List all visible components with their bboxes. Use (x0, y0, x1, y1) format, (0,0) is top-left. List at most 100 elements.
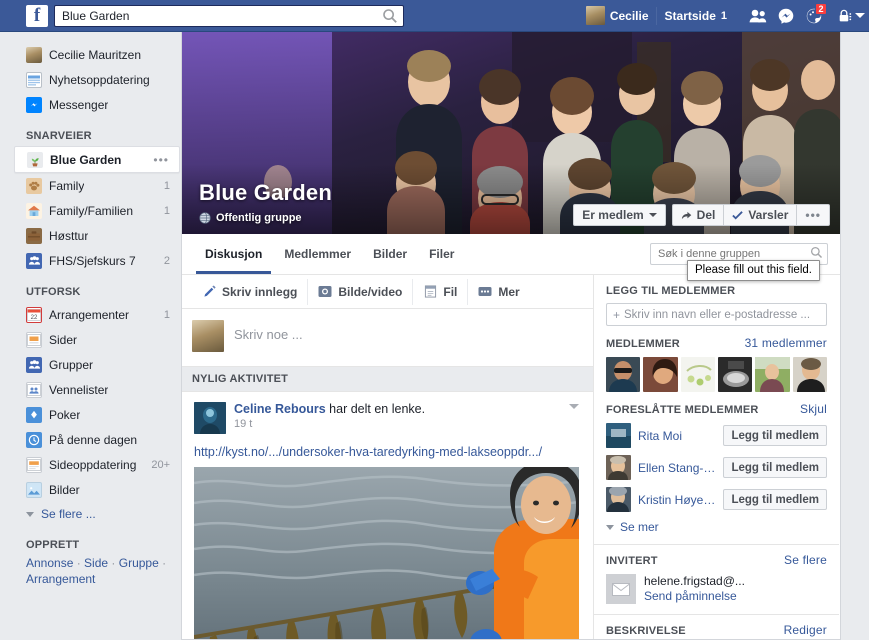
member-thumbnail[interactable] (643, 357, 678, 392)
sidebar-item-sider[interactable]: Sider (0, 327, 180, 352)
avatar[interactable] (606, 423, 631, 448)
facebook-logo-icon[interactable]: f (26, 4, 48, 27)
composer-tab-label: Skriv innlegg (222, 284, 298, 299)
send-reminder-button[interactable]: Send påminnelse (644, 589, 745, 603)
member-thumbnail[interactable] (606, 357, 641, 392)
tab-filer[interactable]: Filer (418, 234, 465, 274)
members-title: MEDLEMMER (606, 338, 680, 350)
more-options-button[interactable]: ••• (796, 205, 829, 225)
nav-user-name: Cecilie (609, 8, 649, 23)
group-cover-photo[interactable]: Blue Garden Offentlig gruppe Er medlem D… (182, 32, 840, 234)
membership-button[interactable]: Er medlem (573, 204, 666, 226)
post-image-content (194, 467, 579, 639)
add-members-input[interactable]: + Skriv inn navn eller e-postadresse ... (606, 303, 827, 326)
globe-icon (199, 212, 211, 224)
post-header: Celine Rebours har delt en lenke. 19 t (194, 402, 581, 434)
members-count[interactable]: 31 medlemmer (745, 336, 827, 350)
more-options-label: ••• (805, 208, 821, 222)
sidebar-item-sideoppdatering[interactable]: Sideoppdatering 20+ (0, 452, 180, 477)
description-edit-button[interactable]: Rediger (784, 623, 827, 637)
create-link-side[interactable]: Side (84, 556, 108, 570)
avatar[interactable] (194, 402, 226, 434)
add-member-label: Legg til medlem (731, 461, 819, 474)
notify-button[interactable]: Varsler (723, 205, 796, 225)
sidebar-item-poker[interactable]: Poker (0, 402, 180, 427)
sidebar-item-label: Family (49, 178, 85, 193)
sidebar-item-profile[interactable]: Cecilie Mauritzen (0, 42, 180, 67)
sidebar-item-label: Høsttur (49, 228, 89, 243)
sidebar-section-shortcuts: SNARVEIER (26, 130, 92, 142)
sidebar-see-more-button[interactable]: Se flere ... (0, 502, 180, 526)
sidebar-item-count: 1 (163, 308, 170, 321)
description-title: BESKRIVELSE (606, 625, 686, 637)
nav-home-link[interactable]: Startside 1 (655, 6, 735, 25)
photo-video-icon (318, 285, 332, 299)
post-timestamp[interactable]: 19 t (234, 418, 425, 430)
messenger-icon (26, 96, 42, 113)
invited-see-more-button[interactable]: Se flere (784, 553, 827, 567)
composer-tab-photo-video[interactable]: Bilde/video (307, 278, 412, 305)
composer-placeholder[interactable]: Skriv noe ... (234, 320, 303, 342)
sidebar-item-grupper[interactable]: Grupper (0, 352, 180, 377)
suggested-member-name[interactable]: Ellen Stang-Lord (638, 461, 716, 475)
add-member-button[interactable]: Legg til medlem (723, 489, 827, 510)
member-thumbnail[interactable] (792, 357, 827, 392)
add-member-button[interactable]: Legg til medlem (723, 425, 827, 446)
sidebar-item-fhs-sjefskurs-7[interactable]: FHS/Sjefskurs 7 2 (0, 248, 180, 273)
sidebar-item-arrangementer[interactable]: 22 Arrangementer 1 (0, 302, 180, 327)
search-icon[interactable] (810, 246, 823, 259)
friend-requests-icon[interactable] (745, 4, 771, 28)
member-thumbnails (606, 357, 827, 392)
share-arrow-icon (681, 211, 691, 219)
global-search-input[interactable] (54, 4, 404, 27)
composer-tab-write-post[interactable]: Skriv innlegg (192, 279, 307, 305)
post-menu-icon[interactable] (569, 404, 579, 409)
messenger-icon[interactable] (773, 4, 799, 28)
composer-tab-more[interactable]: Mer (467, 278, 529, 305)
sidebar-item-pa-denne-dagen[interactable]: På denne dagen (0, 427, 180, 452)
tab-label: Filer (429, 247, 455, 261)
tab-bilder[interactable]: Bilder (362, 234, 418, 274)
nav-profile-link[interactable]: Cecilie (579, 3, 656, 29)
right-rail: LEGG TIL MEDLEMMER + Skriv inn navn elle… (594, 275, 839, 639)
member-thumbnail[interactable] (755, 357, 790, 392)
add-member-button[interactable]: Legg til medlem (723, 457, 827, 478)
suggested-member-name[interactable]: Rita Moi (638, 429, 682, 443)
suggested-member-name[interactable]: Kristin Høye Lysgaard (638, 493, 716, 507)
groups-icon (26, 356, 42, 373)
composer-body[interactable]: Skriv noe ... (182, 309, 593, 366)
sidebar-item-menu-icon[interactable]: ••• (153, 153, 169, 167)
privacy-shortcuts-button[interactable] (839, 9, 865, 23)
sidebar-item-bilder[interactable]: Bilder (0, 477, 180, 502)
suggested-hide-button[interactable]: Skjul (800, 402, 827, 416)
create-link-annonse[interactable]: Annonse (26, 556, 73, 570)
avatar[interactable] (606, 455, 631, 480)
tab-diskusjon[interactable]: Diskusjon (194, 234, 273, 274)
post-author[interactable]: Celine Rebours (234, 402, 326, 416)
composer-tab-file[interactable]: Fil (412, 278, 467, 305)
share-button[interactable]: Del (673, 205, 724, 225)
invited-email: helene.frigstad@... (644, 574, 745, 588)
avatar[interactable] (606, 487, 631, 512)
sidebar-item-family-familien[interactable]: Family/Familien 1 (0, 198, 180, 223)
sidebar-item-family[interactable]: Family 1 (0, 173, 180, 198)
sidebar-item-messenger[interactable]: Messenger (0, 92, 180, 117)
sidebar-item-news-feed[interactable]: Nyhetsoppdatering (0, 67, 180, 92)
sidebar-item-hosttur[interactable]: Høsttur (0, 223, 180, 248)
member-thumbnail[interactable] (717, 357, 753, 392)
post-link[interactable]: http://kyst.no/.../undersoker-hva-taredy… (194, 445, 581, 459)
sidebar-section-create: OPPRETT (26, 539, 80, 551)
photos-icon (26, 481, 42, 498)
composer-tab-label: Mer (498, 284, 520, 299)
post-image[interactable] (194, 467, 579, 639)
sidebar-item-label: Nyhetsoppdatering (49, 72, 150, 87)
create-link-arrangement[interactable]: Arrangement (26, 572, 95, 586)
sidebar-item-vennelister[interactable]: Vennelister (0, 377, 180, 402)
notifications-icon[interactable]: 2 (801, 2, 827, 28)
suggested-see-more-button[interactable]: Se mer (606, 520, 827, 534)
tab-medlemmer[interactable]: Medlemmer (273, 234, 362, 274)
sidebar-item-blue-garden[interactable]: Blue Garden ••• (14, 146, 180, 173)
search-icon[interactable] (382, 8, 398, 24)
create-link-gruppe[interactable]: Gruppe (119, 556, 159, 570)
member-thumbnail[interactable] (680, 357, 715, 392)
